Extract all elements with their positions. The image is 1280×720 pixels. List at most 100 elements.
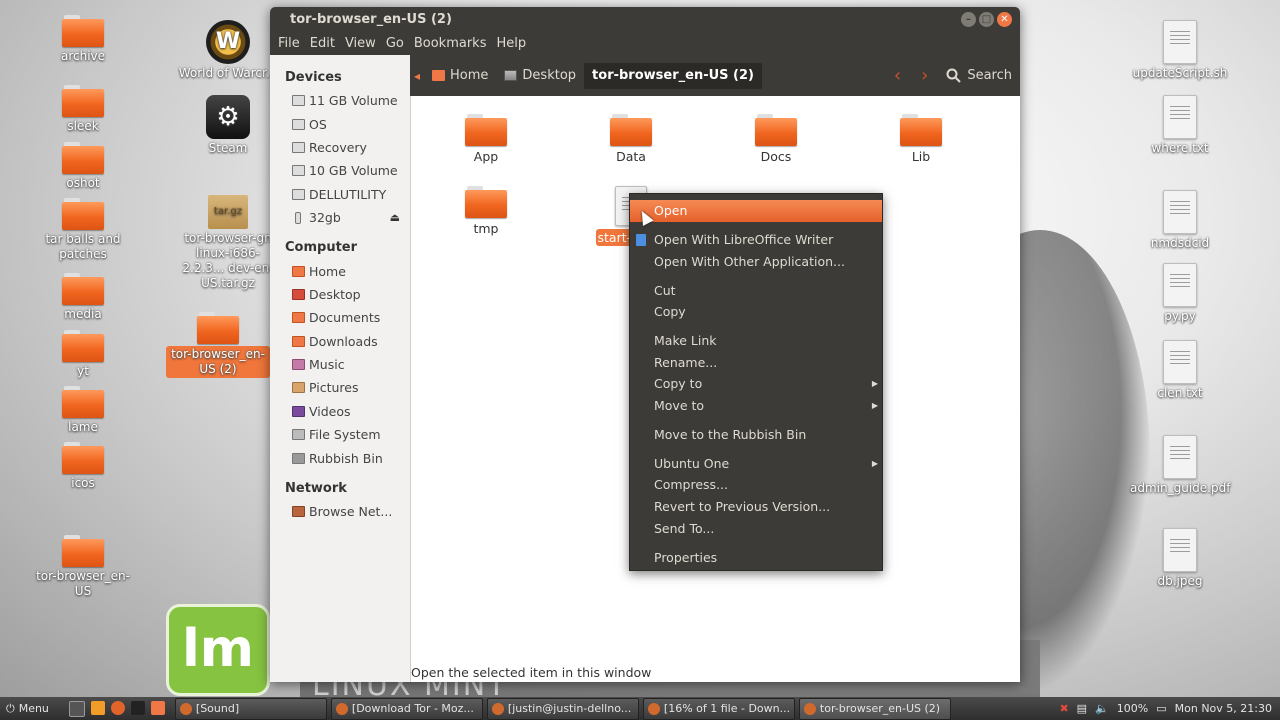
desktop-icon[interactable]: tar balls and patches xyxy=(33,198,133,262)
menu-file[interactable]: File xyxy=(274,35,304,55)
task-app-icon xyxy=(179,702,192,715)
forward-arrow-icon[interactable]: › xyxy=(921,65,928,86)
taskbar-task[interactable]: [justin@justin-dellno... xyxy=(486,697,639,720)
sidebar-item-dellutility[interactable]: DELLUTILITY xyxy=(270,183,410,206)
menu-edit[interactable]: Edit xyxy=(306,35,339,55)
sidebar-item-downloads[interactable]: Downloads xyxy=(270,330,410,353)
sidebar-item-pictures[interactable]: Pictures xyxy=(270,376,410,399)
pics-icon xyxy=(292,382,305,394)
desktop-icon[interactable]: ⚙ Steam xyxy=(178,95,278,156)
sidebar-item-os[interactable]: OS xyxy=(270,112,410,135)
file-item-label: Docs xyxy=(760,149,792,164)
folder-icon xyxy=(197,312,239,344)
context-item-rename[interactable]: Rename... xyxy=(630,352,882,374)
minimize-icon[interactable]: – xyxy=(961,12,976,27)
taskbar-task-label: [Download Tor - Moz... xyxy=(351,701,474,715)
maximize-icon[interactable]: □ xyxy=(979,12,994,27)
sidebar-item-file-system[interactable]: File System xyxy=(270,423,410,446)
desktop-icon[interactable]: icos xyxy=(33,442,133,491)
network-icon[interactable]: ▤ xyxy=(1077,702,1087,715)
menu-bookmarks[interactable]: Bookmarks xyxy=(410,35,491,55)
desktop-icon[interactable]: oshot xyxy=(33,142,133,191)
context-item-ubuntu-one[interactable]: Ubuntu One ▶ xyxy=(630,453,882,475)
context-item-copy[interactable]: Copy xyxy=(630,301,882,323)
file-item[interactable]: App xyxy=(426,114,546,164)
vlc-icon[interactable] xyxy=(90,700,105,715)
context-item-cut[interactable]: Cut xyxy=(630,280,882,302)
sidebar-item-desktop[interactable]: Desktop xyxy=(270,283,410,306)
taskbar-task[interactable]: [16% of 1 file - Down... xyxy=(642,697,795,720)
taskbar-task[interactable]: tor-browser_en-US (2) xyxy=(798,697,951,720)
context-item-compress[interactable]: Compress... xyxy=(630,474,882,496)
menu-power-icon: ⏻ xyxy=(6,701,15,715)
eject-icon[interactable]: ⏏ xyxy=(390,206,400,229)
desktop-icon[interactable]: lame xyxy=(33,386,133,435)
desktop-icon[interactable]: media xyxy=(33,273,133,322)
taskbar-task[interactable]: [Download Tor - Moz... xyxy=(330,697,483,720)
sidebar-item-label: Desktop xyxy=(309,286,361,302)
menu-view[interactable]: View xyxy=(341,35,380,55)
breadcrumb-desktop[interactable]: Desktop xyxy=(496,63,584,89)
desktop-icon[interactable]: sleek xyxy=(33,85,133,134)
desktop-icon-selected[interactable]: tor-browser_en-US (2) xyxy=(166,312,270,378)
sidebar-item-rubbish-bin[interactable]: Rubbish Bin xyxy=(270,446,410,469)
breadcrumb-left-arrow-icon[interactable]: ◂ xyxy=(410,69,424,83)
desktop-icon[interactable]: py.py xyxy=(1130,263,1230,324)
firefox-icon[interactable] xyxy=(110,700,125,715)
desktop-icon[interactable]: where.txt xyxy=(1130,95,1230,156)
volume-icon[interactable]: 🔈 xyxy=(1095,702,1109,715)
file-item[interactable]: Docs xyxy=(716,114,836,164)
context-item-make-link[interactable]: Make Link xyxy=(630,330,882,352)
context-item-label: Send To... xyxy=(654,520,715,536)
menu-go[interactable]: Go xyxy=(382,35,408,55)
context-item-open-with-other-application[interactable]: Open With Other Application... xyxy=(630,251,882,273)
search-button[interactable]: Search xyxy=(946,68,1020,83)
desktop-icon[interactable]: updateScript.sh xyxy=(1130,20,1230,81)
window-titlebar[interactable]: tor-browser_en-US (2) – □ ✕ xyxy=(270,7,1020,35)
menu-help[interactable]: Help xyxy=(492,35,530,55)
sidebar-item-32gb[interactable]: 32gb ⏏ xyxy=(270,206,410,229)
context-item-open-with-libreoffice-writer[interactable]: Open With LibreOffice Writer xyxy=(630,229,882,251)
sidebar-item-recovery[interactable]: Recovery xyxy=(270,136,410,159)
context-item-copy-to[interactable]: Copy to ▶ xyxy=(630,373,882,395)
clock[interactable]: Mon Nov 5, 21:30 xyxy=(1175,702,1272,715)
sidebar-item-documents[interactable]: Documents xyxy=(270,306,410,329)
sidebar-item-10-gb-volume[interactable]: 10 GB Volume xyxy=(270,159,410,182)
desktop-icon[interactable]: W World of Warcr... xyxy=(178,20,278,81)
desktop-icon[interactable]: db.jpeg xyxy=(1130,528,1230,589)
show-desktop-icon[interactable] xyxy=(68,700,85,717)
terminal-icon[interactable] xyxy=(130,700,145,715)
context-item-properties[interactable]: Properties xyxy=(630,547,882,569)
desktop-icon[interactable]: nmdsdcid xyxy=(1130,190,1230,251)
sidebar-item-browse-net-[interactable]: Browse Net... xyxy=(270,500,410,523)
desktop-icon[interactable]: tar.gz tor-browser-gn linux-i686-2.2.3...… xyxy=(178,195,278,291)
desktop-icon[interactable]: archive xyxy=(33,15,133,64)
desktop-icon[interactable]: admin_guide.pdf xyxy=(1130,435,1230,496)
file-item[interactable]: Lib xyxy=(861,114,981,164)
back-arrow-icon[interactable]: ‹ xyxy=(894,65,901,86)
tray-close-icon[interactable]: ✖ xyxy=(1059,702,1068,715)
context-item-revert-to-previous-version[interactable]: Revert to Previous Version... xyxy=(630,496,882,518)
close-icon[interactable]: ✕ xyxy=(997,12,1012,27)
file-item[interactable]: tmp xyxy=(426,186,546,236)
files-icon[interactable] xyxy=(150,700,165,715)
desktop-icon[interactable]: clen.txt xyxy=(1130,340,1230,401)
sidebar-item-home[interactable]: Home xyxy=(270,259,410,282)
sidebar-item-videos[interactable]: Videos xyxy=(270,400,410,423)
context-item-send-to[interactable]: Send To... xyxy=(630,518,882,540)
breadcrumb-home[interactable]: Home xyxy=(424,63,496,89)
sidebar-item-11-gb-volume[interactable]: 11 GB Volume xyxy=(270,89,410,112)
taskbar-task[interactable]: [Sound] xyxy=(174,697,327,720)
desktop-icon[interactable]: tor-browser_en-US xyxy=(33,535,133,599)
context-item-open[interactable]: Open xyxy=(630,200,882,222)
desktop-icon[interactable]: yt xyxy=(33,330,133,379)
battery-icon[interactable]: ▭ xyxy=(1156,702,1166,715)
sidebar-item-music[interactable]: Music xyxy=(270,353,410,376)
file-item[interactable]: Data xyxy=(571,114,691,164)
context-item-label: Copy to xyxy=(654,376,703,392)
steam-icon: ⚙ xyxy=(206,95,250,139)
breadcrumb-current[interactable]: tor-browser_en-US (2) xyxy=(584,62,762,89)
context-item-move-to[interactable]: Move to ▶ xyxy=(630,395,882,417)
start-menu-button[interactable]: ⏻ Menu xyxy=(0,702,59,716)
context-item-move-to-the-rubbish-bin[interactable]: Move to the Rubbish Bin xyxy=(630,424,882,446)
